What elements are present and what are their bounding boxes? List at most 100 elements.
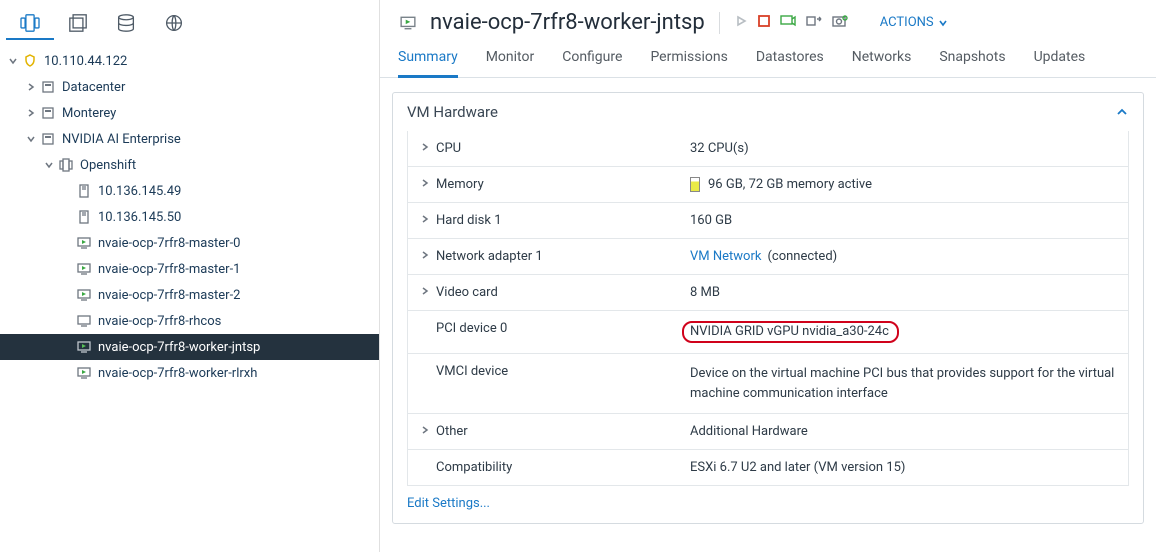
hw-other-row[interactable]: Other Additional Hardware bbox=[408, 414, 1128, 450]
chevron-right-icon bbox=[420, 285, 430, 300]
vm-icon bbox=[76, 313, 92, 329]
storage-tab[interactable] bbox=[102, 8, 150, 40]
host-icon bbox=[76, 183, 92, 199]
chevron-right-icon bbox=[420, 213, 430, 228]
tree-vm-master-0[interactable]: nvaie-ocp-7rfr8-master-0 bbox=[0, 230, 379, 256]
tree-vcenter-root[interactable]: 10.110.44.122 bbox=[0, 48, 379, 74]
tree-vm-master-2[interactable]: nvaie-ocp-7rfr8-master-2 bbox=[0, 282, 379, 308]
tree-nvidia-ai[interactable]: NVIDIA AI Enterprise bbox=[0, 126, 379, 152]
vm-running-icon bbox=[76, 261, 92, 277]
tree-vm-master-1[interactable]: nvaie-ocp-7rfr8-master-1 bbox=[0, 256, 379, 282]
main-pane: nvaie-ocp-7rfr8-worker-jntsp ACTIONS Sum… bbox=[380, 0, 1156, 552]
vm-running-icon bbox=[76, 235, 92, 251]
inventory-sidebar: 10.110.44.122 Datacenter Monterey NVIDIA… bbox=[0, 0, 380, 552]
page-title: nvaie-ocp-7rfr8-worker-jntsp bbox=[430, 10, 705, 35]
hw-cpu-row[interactable]: CPU 32 CPU(s) bbox=[408, 131, 1128, 167]
hw-vmci-value: Device on the virtual machine PCI bus th… bbox=[690, 364, 1116, 403]
chevron-down-icon[interactable] bbox=[42, 158, 56, 172]
datacenter-icon bbox=[40, 79, 56, 95]
hw-cpu-value: 32 CPU(s) bbox=[690, 141, 1116, 156]
tree-label: 10.136.145.49 bbox=[98, 184, 181, 199]
card-header[interactable]: VM Hardware bbox=[393, 93, 1143, 131]
vm-running-icon bbox=[400, 15, 416, 31]
hw-video-label: Video card bbox=[436, 285, 498, 300]
edit-settings-link[interactable]: Edit Settings... bbox=[393, 486, 1143, 523]
network-link[interactable]: VM Network bbox=[690, 249, 761, 264]
tree-monterey[interactable]: Monterey bbox=[0, 100, 379, 126]
hw-disk-row[interactable]: Hard disk 1 160 GB bbox=[408, 203, 1128, 239]
tree-label: nvaie-ocp-7rfr8-master-2 bbox=[98, 288, 240, 303]
hw-network-row[interactable]: Network adapter 1 VM Network (connected) bbox=[408, 239, 1128, 275]
tab-updates[interactable]: Updates bbox=[1034, 43, 1086, 78]
network-status: (connected) bbox=[767, 249, 837, 264]
chevron-right-icon[interactable] bbox=[24, 80, 38, 94]
hw-video-row[interactable]: Video card 8 MB bbox=[408, 275, 1128, 311]
tree-host-1[interactable]: 10.136.145.49 bbox=[0, 178, 379, 204]
hw-pci-label: PCI device 0 bbox=[436, 321, 507, 336]
tab-monitor[interactable]: Monitor bbox=[486, 43, 535, 78]
snapshot-icon[interactable] bbox=[832, 14, 848, 32]
host-icon bbox=[76, 209, 92, 225]
hw-compat-row: Compatibility ESXi 6.7 U2 and later (VM … bbox=[408, 450, 1128, 485]
chevron-up-icon bbox=[1115, 105, 1129, 119]
tab-networks[interactable]: Networks bbox=[852, 43, 912, 78]
tree-vm-rhcos[interactable]: nvaie-ocp-7rfr8-rhcos bbox=[0, 308, 379, 334]
object-header: nvaie-ocp-7rfr8-worker-jntsp ACTIONS bbox=[380, 0, 1156, 35]
chevron-right-icon bbox=[420, 141, 430, 156]
chevron-right-icon bbox=[420, 177, 430, 192]
tab-datastores[interactable]: Datastores bbox=[756, 43, 824, 78]
hw-compat-label: Compatibility bbox=[436, 460, 512, 475]
tab-configure[interactable]: Configure bbox=[562, 43, 622, 78]
datacenter-icon bbox=[40, 131, 56, 147]
migrate-icon[interactable] bbox=[806, 14, 822, 32]
card-title: VM Hardware bbox=[407, 103, 498, 121]
vm-running-icon bbox=[76, 339, 92, 355]
hw-network-label: Network adapter 1 bbox=[436, 249, 543, 264]
actions-menu[interactable]: ACTIONS bbox=[880, 15, 948, 30]
hw-other-label: Other bbox=[436, 424, 468, 439]
chevron-down-icon[interactable] bbox=[6, 54, 20, 68]
tab-summary[interactable]: Summary bbox=[398, 43, 458, 78]
network-icon bbox=[165, 14, 183, 32]
tree-label: nvaie-ocp-7rfr8-worker-jntsp bbox=[98, 340, 260, 355]
hosts-clusters-tab[interactable] bbox=[6, 8, 54, 40]
datacenter-icon bbox=[40, 105, 56, 121]
chevron-right-icon[interactable] bbox=[24, 106, 38, 120]
detail-tabs: Summary Monitor Configure Permissions Da… bbox=[380, 35, 1156, 78]
tree-host-2[interactable]: 10.136.145.50 bbox=[0, 204, 379, 230]
hw-vmci-label: VMCI device bbox=[436, 364, 508, 379]
tree-label: Datacenter bbox=[62, 80, 125, 95]
tree-openshift-cluster[interactable]: Openshift bbox=[0, 152, 379, 178]
inventory-tree: 10.110.44.122 Datacenter Monterey NVIDIA… bbox=[0, 40, 379, 386]
tree-vm-worker-jntsp[interactable]: nvaie-ocp-7rfr8-worker-jntsp bbox=[0, 334, 379, 360]
chevron-down-icon[interactable] bbox=[24, 132, 38, 146]
hw-memory-label: Memory bbox=[436, 177, 484, 192]
tree-label: nvaie-ocp-7rfr8-worker-rlrxh bbox=[98, 366, 257, 381]
networking-tab[interactable] bbox=[150, 8, 198, 40]
highlight-annotation: NVIDIA GRID vGPU nvidia_a30-24c bbox=[682, 321, 899, 343]
tree-label: nvaie-ocp-7rfr8-master-1 bbox=[98, 262, 240, 277]
vm-running-icon bbox=[76, 365, 92, 381]
tree-datacenter[interactable]: Datacenter bbox=[0, 74, 379, 100]
launch-console-icon[interactable] bbox=[780, 14, 796, 32]
chevron-right-icon bbox=[420, 249, 430, 264]
hw-memory-value: 96 GB, 72 GB memory active bbox=[708, 177, 872, 192]
hw-cpu-label: CPU bbox=[436, 141, 461, 156]
hw-disk-label: Hard disk 1 bbox=[436, 213, 502, 228]
actions-label: ACTIONS bbox=[880, 15, 934, 30]
inventory-view-tabs bbox=[0, 0, 379, 40]
hw-memory-row[interactable]: Memory 96 GB, 72 GB memory active bbox=[408, 167, 1128, 203]
tab-snapshots[interactable]: Snapshots bbox=[939, 43, 1005, 78]
vms-templates-tab[interactable] bbox=[54, 8, 102, 40]
vms-icon bbox=[69, 14, 87, 32]
tree-label: 10.136.145.50 bbox=[98, 210, 181, 225]
hw-other-value: Additional Hardware bbox=[690, 424, 1116, 439]
power-on-icon[interactable] bbox=[734, 14, 748, 32]
vcenter-icon bbox=[22, 53, 38, 69]
memory-bar-icon bbox=[690, 177, 700, 192]
power-off-icon[interactable] bbox=[758, 15, 770, 31]
tree-vm-worker-rlrxh[interactable]: nvaie-ocp-7rfr8-worker-rlrxh bbox=[0, 360, 379, 386]
tab-permissions[interactable]: Permissions bbox=[650, 43, 727, 78]
storage-icon bbox=[117, 14, 135, 32]
tree-label: 10.110.44.122 bbox=[44, 54, 127, 69]
